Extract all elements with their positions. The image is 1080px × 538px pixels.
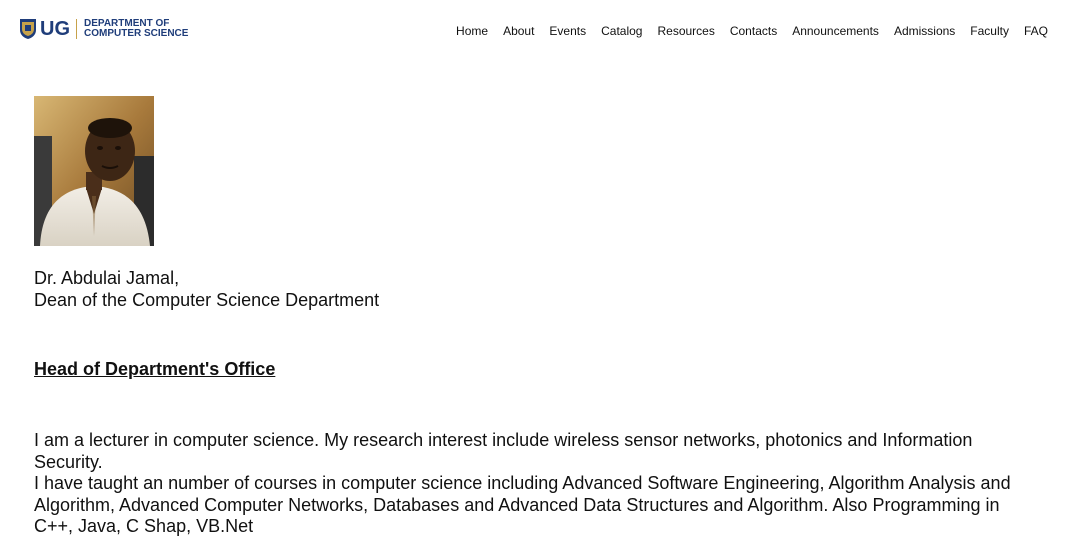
bio-text: I am a lecturer in computer science. My … bbox=[34, 430, 1034, 538]
site-header: UG DEPARTMENT OF COMPUTER SCIENCE Home A… bbox=[0, 0, 1080, 62]
profile-photo bbox=[34, 96, 154, 246]
main-nav: Home About Events Catalog Resources Cont… bbox=[456, 24, 1048, 38]
logo-divider bbox=[76, 19, 77, 39]
nav-resources[interactable]: Resources bbox=[657, 24, 714, 38]
profile-photo-image bbox=[34, 96, 154, 246]
section-heading: Head of Department's Office bbox=[34, 359, 276, 379]
nav-announcements[interactable]: Announcements bbox=[792, 24, 879, 38]
bio-paragraph-2: I have taught an number of courses in co… bbox=[34, 473, 1011, 536]
site-logo[interactable]: UG DEPARTMENT OF COMPUTER SCIENCE bbox=[19, 16, 188, 42]
profile-name-block: Dr. Abdulai Jamal, Dean of the Computer … bbox=[34, 267, 379, 311]
nav-home[interactable]: Home bbox=[456, 24, 488, 38]
logo-line-2: COMPUTER SCIENCE bbox=[84, 28, 189, 39]
bio-paragraph-1: I am a lecturer in computer science. My … bbox=[34, 430, 973, 472]
nav-about[interactable]: About bbox=[503, 24, 534, 38]
profile-name: Dr. Abdulai Jamal, bbox=[34, 268, 180, 288]
logo-abbreviation: UG bbox=[40, 18, 70, 40]
nav-faculty[interactable]: Faculty bbox=[970, 24, 1009, 38]
profile-title: Dean of the Computer Science Department bbox=[34, 290, 380, 310]
nav-admissions[interactable]: Admissions bbox=[894, 24, 955, 38]
nav-contacts[interactable]: Contacts bbox=[730, 24, 777, 38]
nav-faq[interactable]: FAQ bbox=[1024, 24, 1048, 38]
nav-events[interactable]: Events bbox=[549, 24, 586, 38]
nav-catalog[interactable]: Catalog bbox=[601, 24, 642, 38]
university-crest-icon bbox=[20, 19, 36, 39]
logo-text: DEPARTMENT OF COMPUTER SCIENCE bbox=[84, 19, 188, 39]
